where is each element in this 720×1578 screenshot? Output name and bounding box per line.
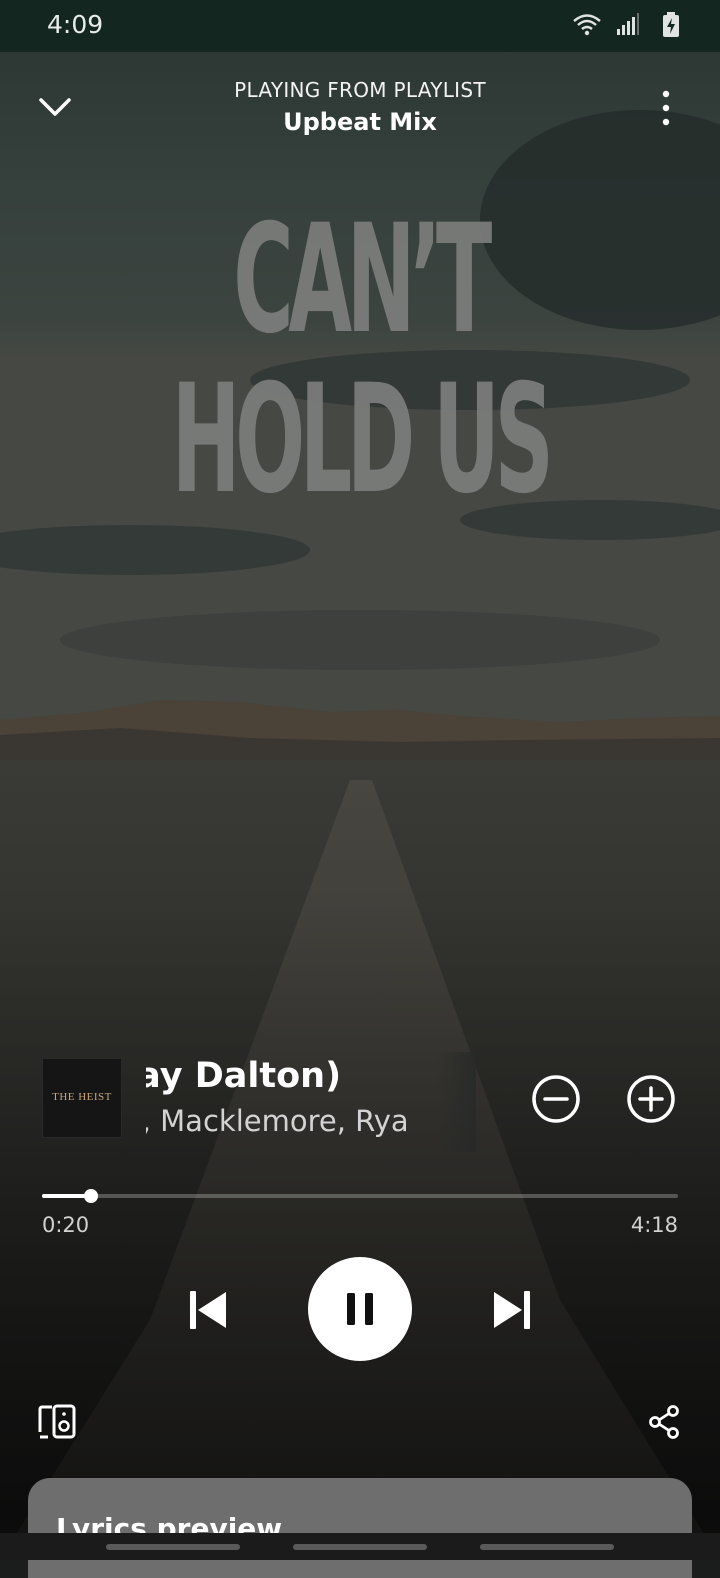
nav-home-handle[interactable] (293, 1544, 427, 1550)
lyrics-preview-card[interactable]: Lyrics preview (28, 1478, 692, 1578)
connect-devices-icon[interactable] (38, 1404, 78, 1440)
time-elapsed: 0:20 (42, 1213, 90, 1237)
album-art-text: THE HEIST (52, 1091, 112, 1103)
minus-circle-icon[interactable] (530, 1073, 582, 1125)
wifi-icon (573, 14, 601, 36)
status-bar: 4:09 (0, 0, 720, 52)
signal-icon (617, 13, 639, 35)
share-icon[interactable] (648, 1405, 680, 1439)
nav-back-handle[interactable] (480, 1544, 614, 1550)
nav-recents-handle[interactable] (106, 1544, 240, 1550)
playlist-name[interactable]: Upbeat Mix (0, 108, 720, 136)
skip-previous-icon[interactable] (188, 1290, 228, 1330)
progress-bar[interactable] (42, 1189, 678, 1203)
track-artists: ewis, Macklemore, Rya (146, 1104, 409, 1138)
battery-charging-icon (663, 12, 679, 37)
track-info[interactable]: t. Ray Dalton) ewis, Macklemore, Rya (146, 1052, 476, 1152)
track-title: t. Ray Dalton) (146, 1056, 342, 1096)
pause-icon (347, 1293, 373, 1325)
plus-circle-icon[interactable] (625, 1073, 677, 1125)
album-art-thumbnail[interactable]: THE HEIST (42, 1058, 122, 1138)
system-nav-bar (0, 1533, 720, 1560)
canvas-title-text: CAN’T HOLD US (171, 193, 554, 527)
playing-from-label: PLAYING FROM PLAYLIST (234, 78, 486, 102)
pause-button[interactable] (308, 1257, 412, 1361)
skip-next-icon[interactable] (492, 1290, 532, 1330)
time-total: 4:18 (630, 1213, 678, 1237)
status-time: 4:09 (47, 10, 104, 39)
more-vertical-icon[interactable] (654, 88, 678, 128)
